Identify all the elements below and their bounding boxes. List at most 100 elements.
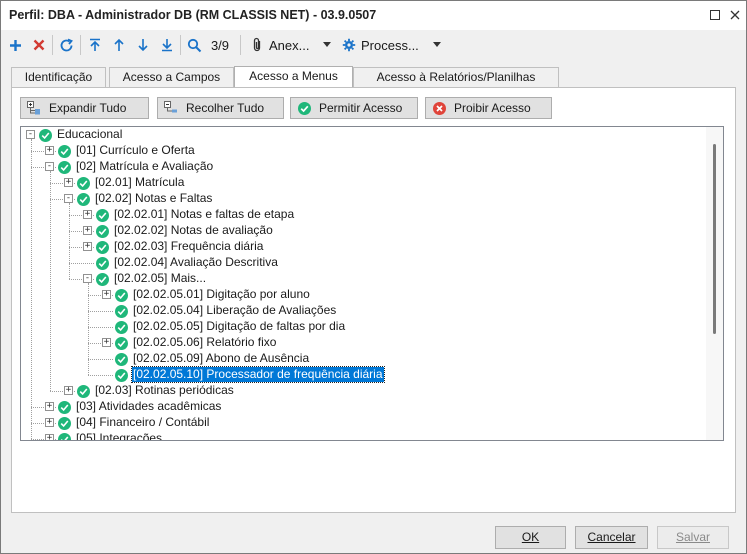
menu-tree[interactable]: - Educacional + [01] Currículo e Oferta - [02… [20, 126, 724, 441]
expand-node-icon[interactable]: + [45, 146, 54, 155]
expand-node-icon[interactable]: + [83, 210, 92, 219]
chevron-down-icon[interactable] [431, 35, 443, 55]
access-allowed-icon[interactable] [96, 241, 109, 254]
tree-node[interactable]: [02.02] Notas e Faltas [94, 191, 213, 206]
expand-node-icon[interactable]: + [45, 434, 54, 440]
scrollbar-thumb[interactable] [713, 144, 716, 334]
expand-node-icon[interactable]: + [45, 402, 54, 411]
arrow-up-icon[interactable] [111, 35, 127, 55]
paperclip-icon[interactable] [249, 35, 265, 55]
collapse-node-icon[interactable]: - [26, 130, 35, 139]
access-allowed-icon[interactable] [115, 321, 128, 334]
access-allowed-icon[interactable] [96, 257, 109, 270]
access-allowed-icon[interactable] [58, 433, 71, 440]
tree-node[interactable]: [02.03] Rotinas periódicas [94, 383, 235, 398]
tab-acesso-menus[interactable]: Acesso a Menus [234, 66, 353, 89]
access-allowed-icon[interactable] [58, 417, 71, 430]
tab-identificacao[interactable]: Identificação [11, 67, 106, 88]
expand-node-icon[interactable]: + [83, 226, 92, 235]
tab-acesso-campos[interactable]: Acesso a Campos [109, 67, 234, 88]
tree-node[interactable]: [02.01] Matrícula [94, 175, 185, 190]
expand-all-label: Expandir Tudo [49, 101, 127, 115]
refresh-icon[interactable] [57, 35, 75, 55]
chevron-down-icon[interactable] [321, 35, 333, 55]
tree-node[interactable]: [04] Financeiro / Contábil [75, 415, 210, 430]
tree-node[interactable]: [02.02.05.05] Digitação de faltas por di… [132, 319, 346, 334]
save-button[interactable]: Salvar [657, 526, 729, 549]
access-allowed-icon[interactable] [115, 353, 128, 366]
maximize-icon[interactable] [707, 7, 723, 23]
access-allowed-icon[interactable] [96, 209, 109, 222]
processes-menu[interactable]: Process... [361, 35, 423, 55]
expand-node-icon[interactable]: + [64, 178, 73, 187]
collapse-tree-icon [164, 101, 178, 115]
deny-access-label: Proibir Acesso [454, 101, 531, 115]
collapse-node-icon[interactable]: - [64, 194, 73, 203]
tree-node[interactable]: [02] Matrícula e Avaliação [75, 159, 214, 174]
tree-node[interactable]: [02.02.03] Frequência diária [113, 239, 264, 254]
tree-connector [50, 171, 51, 391]
expand-node-icon[interactable]: + [64, 386, 73, 395]
arrow-down-icon[interactable] [135, 35, 151, 55]
tree-node[interactable]: [02.02.05.09] Abono de Ausência [132, 351, 310, 366]
toolbar-separator [80, 35, 81, 55]
tree-node[interactable]: [03] Atividades acadêmicas [75, 399, 222, 414]
ok-label: OK [521, 530, 540, 544]
tree-connector [69, 263, 94, 264]
access-allowed-icon[interactable] [96, 225, 109, 238]
tree-connector [69, 203, 70, 279]
allow-access-button[interactable]: Permitir Acesso [290, 97, 418, 119]
tree-node[interactable]: [02.02.01] Notas e faltas de etapa [113, 207, 295, 222]
magnifier-icon[interactable] [185, 35, 203, 55]
x-icon[interactable] [31, 35, 47, 55]
collapse-all-label: Recolher Tudo [186, 101, 265, 115]
expand-node-icon[interactable]: + [102, 290, 111, 299]
allow-access-label: Permitir Acesso [319, 101, 403, 115]
tree-node[interactable]: [01] Currículo e Oferta [75, 143, 196, 158]
deny-access-button[interactable]: Proibir Acesso [425, 97, 552, 119]
access-allowed-icon[interactable] [77, 193, 90, 206]
vertical-scrollbar[interactable] [706, 127, 723, 440]
tree-node-selected[interactable]: [02.02.05.10] Processador de frequência … [131, 366, 385, 383]
access-allowed-icon[interactable] [58, 145, 71, 158]
access-allowed-icon[interactable] [77, 177, 90, 190]
tree-node[interactable]: [02.02.05.01] Digitação por aluno [132, 287, 311, 302]
tree-node[interactable]: [02.02.05] Mais... [113, 271, 207, 286]
toolbar: 3/9 Anex... Process... [1, 30, 746, 60]
arrow-first-icon[interactable] [87, 35, 103, 55]
toolbar-separator [240, 35, 241, 55]
access-allowed-icon[interactable] [58, 401, 71, 414]
collapse-node-icon[interactable]: - [83, 274, 92, 283]
tree-node[interactable]: [02.02.04] Avaliação Descritiva [113, 255, 279, 270]
title-bar: Perfil: DBA - Administrador DB (RM CLASS… [1, 1, 746, 30]
plus-icon[interactable] [7, 35, 23, 55]
arrow-last-icon[interactable] [159, 35, 175, 55]
tree-node[interactable]: [05] Integrações [75, 431, 163, 440]
access-allowed-icon[interactable] [115, 337, 128, 350]
tree-node[interactable]: [02.02.05.06] Relatório fixo [132, 335, 277, 350]
ok-button[interactable]: OK [495, 526, 566, 549]
tree-node[interactable]: [02.02.05.04] Liberação de Avaliações [132, 303, 337, 318]
access-allowed-icon[interactable] [115, 289, 128, 302]
tab-acesso-relatorios[interactable]: Acesso à Relatórios/Planilhas [353, 67, 559, 88]
tree-node[interactable]: [02.02.02] Notas de avaliação [113, 223, 274, 238]
access-allowed-icon[interactable] [58, 161, 71, 174]
access-allowed-icon[interactable] [77, 385, 90, 398]
access-allowed-icon[interactable] [115, 305, 128, 318]
access-allowed-icon[interactable] [39, 129, 52, 142]
collapse-all-button[interactable]: Recolher Tudo [157, 97, 284, 119]
expand-node-icon[interactable]: + [102, 338, 111, 347]
tree-connector [88, 375, 113, 376]
collapse-node-icon[interactable]: - [45, 162, 54, 171]
dialog-window: Perfil: DBA - Administrador DB (RM CLASS… [0, 0, 747, 554]
close-icon[interactable] [727, 7, 743, 23]
expand-node-icon[interactable]: + [83, 242, 92, 251]
attachments-menu[interactable]: Anex... [269, 35, 313, 55]
cancel-button[interactable]: Cancelar [575, 526, 648, 549]
tree-node[interactable]: Educacional [56, 127, 123, 142]
access-allowed-icon[interactable] [115, 369, 128, 382]
access-allowed-icon[interactable] [96, 273, 109, 286]
gear-icon[interactable] [341, 35, 357, 55]
expand-node-icon[interactable]: + [45, 418, 54, 427]
expand-all-button[interactable]: Expandir Tudo [20, 97, 149, 119]
